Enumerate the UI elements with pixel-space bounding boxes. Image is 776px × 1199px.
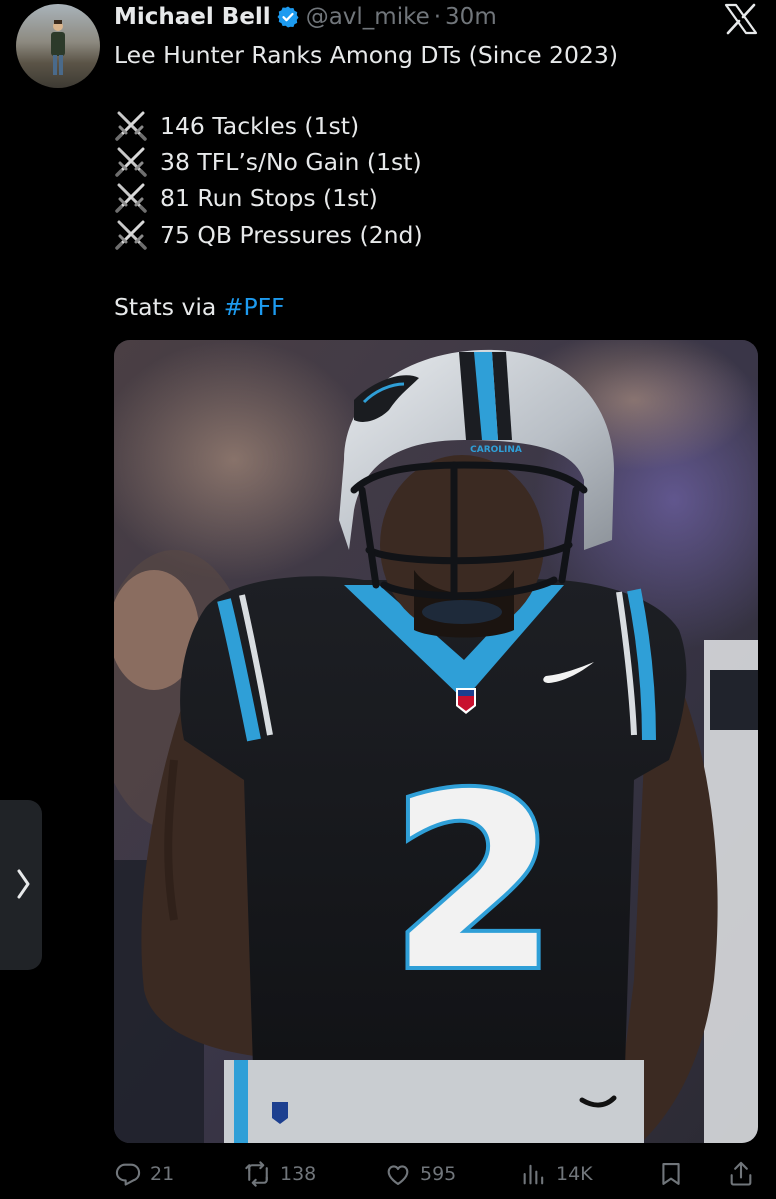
- stat-text: 81 Run Stops (1st): [160, 184, 378, 212]
- heart-icon: [387, 1165, 409, 1185]
- post-media-image[interactable]: 2 CAROLINA: [114, 340, 758, 1143]
- crossed-swords-icon: [115, 183, 147, 213]
- post-text-source: Stats via #PFF: [114, 293, 285, 321]
- stat-line-tackles: 146 Tackles (1st): [114, 110, 359, 142]
- post-text-title: Lee Hunter Ranks Among DTs (Since 2023): [114, 41, 618, 69]
- repost-icon: [245, 1161, 268, 1187]
- author-name[interactable]: Michael Bell: [114, 4, 271, 30]
- author-avatar[interactable]: [16, 4, 100, 88]
- jersey-number: 2: [391, 743, 558, 1023]
- repost-button[interactable]: 138: [244, 1156, 316, 1192]
- post-action-bar: 21 138 595 14K: [0, 1156, 776, 1192]
- verified-badge-icon: [277, 6, 299, 28]
- x-logo-icon[interactable]: [724, 3, 758, 35]
- crossed-swords-icon: [115, 111, 147, 141]
- header-separator: ·: [433, 4, 442, 30]
- like-count: 595: [420, 1163, 457, 1185]
- reply-icon: [115, 1163, 141, 1186]
- bookmark-button[interactable]: [657, 1156, 685, 1192]
- avatar-person-figure: [51, 20, 65, 75]
- helmet-text: CAROLINA: [470, 445, 522, 455]
- bookmark-icon: [662, 1163, 680, 1185]
- stat-line-qb-pressures: 75 QB Pressures (2nd): [114, 219, 423, 251]
- views-button[interactable]: 14K: [520, 1156, 593, 1192]
- post-timestamp[interactable]: 30m: [445, 4, 497, 30]
- reply-count: 21: [150, 1163, 175, 1185]
- football-player-photo: 2 CAROLINA: [114, 340, 758, 1143]
- reply-button[interactable]: 21: [114, 1156, 174, 1192]
- hashtag-link[interactable]: #PFF: [224, 293, 285, 321]
- crossed-swords-icon: [115, 147, 147, 177]
- chevron-right-icon: [17, 869, 30, 899]
- source-prefix: Stats via: [114, 293, 224, 321]
- author-handle[interactable]: @avl_mike: [306, 4, 430, 30]
- crossed-swords-icon: [115, 220, 147, 250]
- stat-text: 146 Tackles (1st): [160, 112, 360, 140]
- views-count: 14K: [556, 1163, 593, 1185]
- stat-text: 75 QB Pressures (2nd): [160, 221, 423, 249]
- side-expand-tab[interactable]: [0, 800, 42, 970]
- views-chart-icon: [523, 1164, 544, 1185]
- repost-count: 138: [280, 1163, 317, 1185]
- share-button[interactable]: [727, 1156, 755, 1192]
- stat-line-tfl: 38 TFL’s/No Gain (1st): [114, 146, 422, 178]
- post-header: Michael Bell @avl_mike · 30m: [114, 0, 497, 34]
- stat-line-run-stops: 81 Run Stops (1st): [114, 182, 378, 214]
- like-button[interactable]: 595: [384, 1156, 456, 1192]
- share-icon: [730, 1161, 752, 1186]
- stat-text: 38 TFL’s/No Gain (1st): [160, 148, 422, 176]
